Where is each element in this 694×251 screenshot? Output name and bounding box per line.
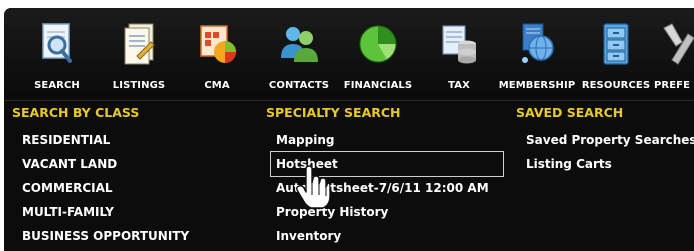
menu-panel: SEARCH LISTINGS CMA CONTACTS FINANCIALS … — [4, 8, 694, 251]
toolbar-label: CONTACTS — [268, 80, 330, 91]
preferences-tools-icon — [663, 23, 694, 65]
class-link-multi-family[interactable]: MULTI-FAMILY — [12, 200, 189, 224]
window-frame: SEARCH LISTINGS CMA CONTACTS FINANCIALS … — [0, 0, 694, 251]
toolbar-label: SEARCH — [34, 80, 80, 91]
cma-chart-icon — [200, 25, 236, 63]
toolbar-label: FINANCIALS — [343, 80, 413, 91]
listings-document-icon — [124, 23, 155, 65]
toolbar-label: MEMBERSHIP — [498, 80, 576, 91]
toolbar-search-button[interactable]: SEARCH — [22, 16, 92, 96]
saved-link-listing-carts[interactable]: Listing Carts — [516, 152, 694, 176]
contacts-people-icon — [281, 27, 318, 62]
saved-search-heading: SAVED SEARCH — [516, 105, 624, 120]
toolbar: SEARCH LISTINGS CMA CONTACTS FINANCIALS … — [4, 8, 694, 98]
toolbar-tax-button[interactable]: TAX — [430, 16, 488, 96]
toolbar-label: CMA — [204, 80, 230, 91]
saved-link-property-searches[interactable]: Saved Property Searches — [516, 128, 694, 152]
class-link-commercial[interactable]: COMMERCIAL — [12, 176, 189, 200]
search-by-class-column: SEARCH BY CLASS RESIDENTIAL VACANT LAND … — [12, 104, 189, 248]
toolbar-preferences-button[interactable]: PREFE — [654, 16, 694, 96]
membership-network-icon — [522, 23, 554, 63]
resources-cabinet-icon — [603, 23, 629, 65]
toolbar-label: TAX — [448, 80, 470, 91]
hand-cursor-icon — [296, 165, 330, 209]
class-link-residential[interactable]: RESIDENTIAL — [12, 128, 189, 152]
toolbar-contacts-button[interactable]: CONTACTS — [264, 16, 334, 96]
financials-pie-icon — [359, 25, 397, 63]
saved-search-column: SAVED SEARCH Saved Property Searches Lis… — [516, 104, 694, 176]
toolbar-label: LISTINGS — [112, 80, 166, 91]
toolbar-listings-button[interactable]: LISTINGS — [104, 16, 174, 96]
specialty-link-mapping[interactable]: Mapping — [266, 128, 503, 152]
section-divider — [4, 100, 694, 101]
search-by-class-heading: SEARCH BY CLASS — [12, 105, 140, 120]
toolbar-label: PREFE — [654, 80, 691, 91]
class-link-vacant-land[interactable]: VACANT LAND — [12, 152, 189, 176]
tax-database-icon — [442, 25, 476, 64]
search-document-icon — [42, 23, 72, 63]
class-link-business-opportunity[interactable]: BUSINESS OPPORTUNITY — [12, 224, 189, 248]
toolbar-membership-button[interactable]: MEMBERSHIP — [498, 16, 576, 96]
specialty-search-heading: SPECIALTY SEARCH — [266, 105, 401, 120]
specialty-link-inventory[interactable]: Inventory — [266, 224, 503, 248]
toolbar-resources-button[interactable]: RESOURCES — [580, 16, 652, 96]
toolbar-cma-button[interactable]: CMA — [184, 16, 250, 96]
toolbar-financials-button[interactable]: FINANCIALS — [340, 16, 416, 96]
toolbar-label: RESOURCES — [581, 80, 651, 91]
